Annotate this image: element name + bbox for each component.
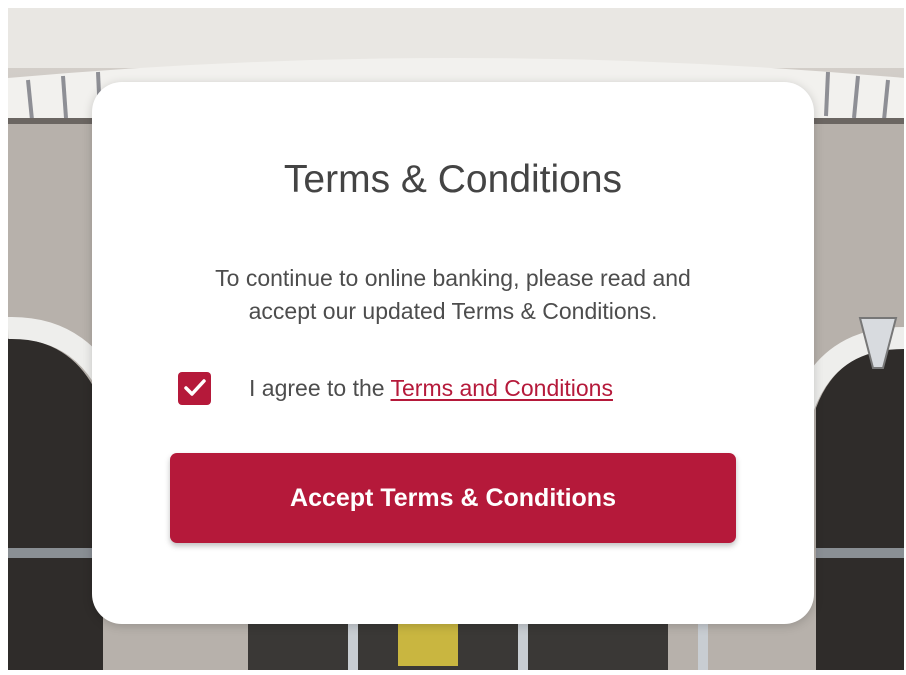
- accept-terms-button[interactable]: Accept Terms & Conditions: [170, 453, 736, 543]
- agree-label-prefix: I agree to the: [249, 374, 391, 401]
- modal-message-line2: accept our updated Terms & Conditions.: [248, 298, 658, 324]
- screen: Terms & Conditions To continue to online…: [0, 0, 906, 675]
- modal-message-line1: To continue to online banking, please re…: [215, 265, 691, 291]
- terms-link[interactable]: Terms and Conditions: [391, 375, 613, 401]
- agree-label: I agree to the Terms and Conditions: [249, 375, 613, 402]
- modal-title: Terms & Conditions: [283, 158, 623, 201]
- checkmark-icon: [183, 379, 206, 396]
- modal-message: To continue to online banking, please re…: [150, 262, 756, 328]
- agree-row: I agree to the Terms and Conditions: [178, 370, 738, 406]
- agree-checkbox[interactable]: [178, 371, 211, 405]
